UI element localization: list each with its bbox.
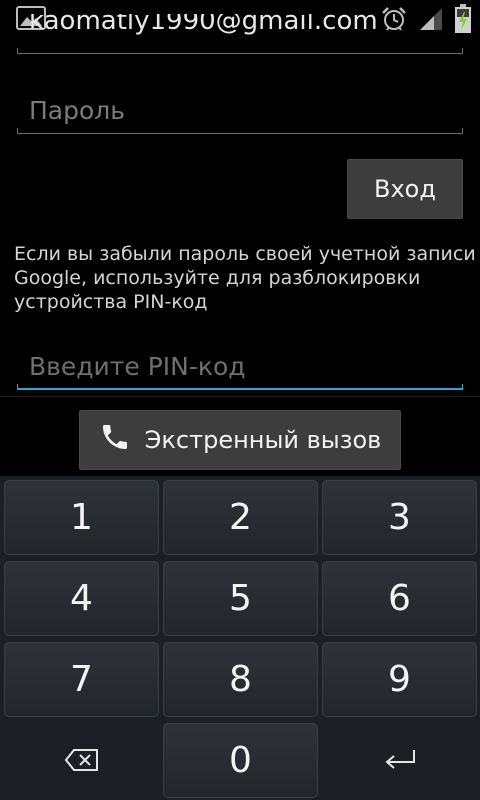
phone-icon	[99, 421, 131, 459]
key-0[interactable]: 0	[163, 723, 318, 798]
forgot-password-hint: Если вы забыли пароль своей учетной запи…	[14, 243, 476, 313]
pin-input[interactable]: Введите PIN-код	[17, 344, 463, 390]
key-2[interactable]: 2	[163, 480, 318, 555]
emergency-call-label: Экстренный вызов	[144, 426, 382, 454]
backspace-key[interactable]	[4, 723, 159, 798]
key-9[interactable]: 9	[322, 642, 477, 717]
key-1[interactable]: 1	[4, 480, 159, 555]
field-underline-edge	[462, 48, 463, 54]
key-5[interactable]: 5	[163, 561, 318, 636]
field-underline	[17, 388, 463, 390]
password-placeholder: Пароль	[29, 96, 125, 125]
account-field[interactable]: kaomatly1990@gmail.com	[17, 14, 463, 54]
enter-icon	[382, 740, 418, 781]
key-6[interactable]: 6	[322, 561, 477, 636]
field-underline-edge	[462, 384, 463, 390]
enter-key[interactable]	[322, 723, 477, 798]
login-button[interactable]: Вход	[347, 159, 463, 219]
pin-keypad: 1 2 3 4 5 6 7 8 9 0	[0, 476, 480, 800]
pin-placeholder: Введите PIN-код	[29, 352, 246, 381]
field-underline	[17, 133, 463, 134]
password-field[interactable]: Пароль	[17, 88, 463, 134]
key-7[interactable]: 7	[4, 642, 159, 717]
account-value: kaomatly1990@gmail.com	[29, 14, 378, 36]
key-4[interactable]: 4	[4, 561, 159, 636]
divider	[0, 396, 480, 397]
field-underline-edge	[17, 48, 18, 54]
key-8[interactable]: 8	[163, 642, 318, 717]
field-underline-edge	[17, 128, 18, 134]
backspace-icon	[64, 740, 100, 781]
field-underline-edge	[17, 384, 18, 390]
field-underline-edge	[462, 128, 463, 134]
key-3[interactable]: 3	[322, 480, 477, 555]
emergency-call-button[interactable]: Экстренный вызов	[79, 410, 401, 470]
field-underline	[17, 53, 463, 54]
